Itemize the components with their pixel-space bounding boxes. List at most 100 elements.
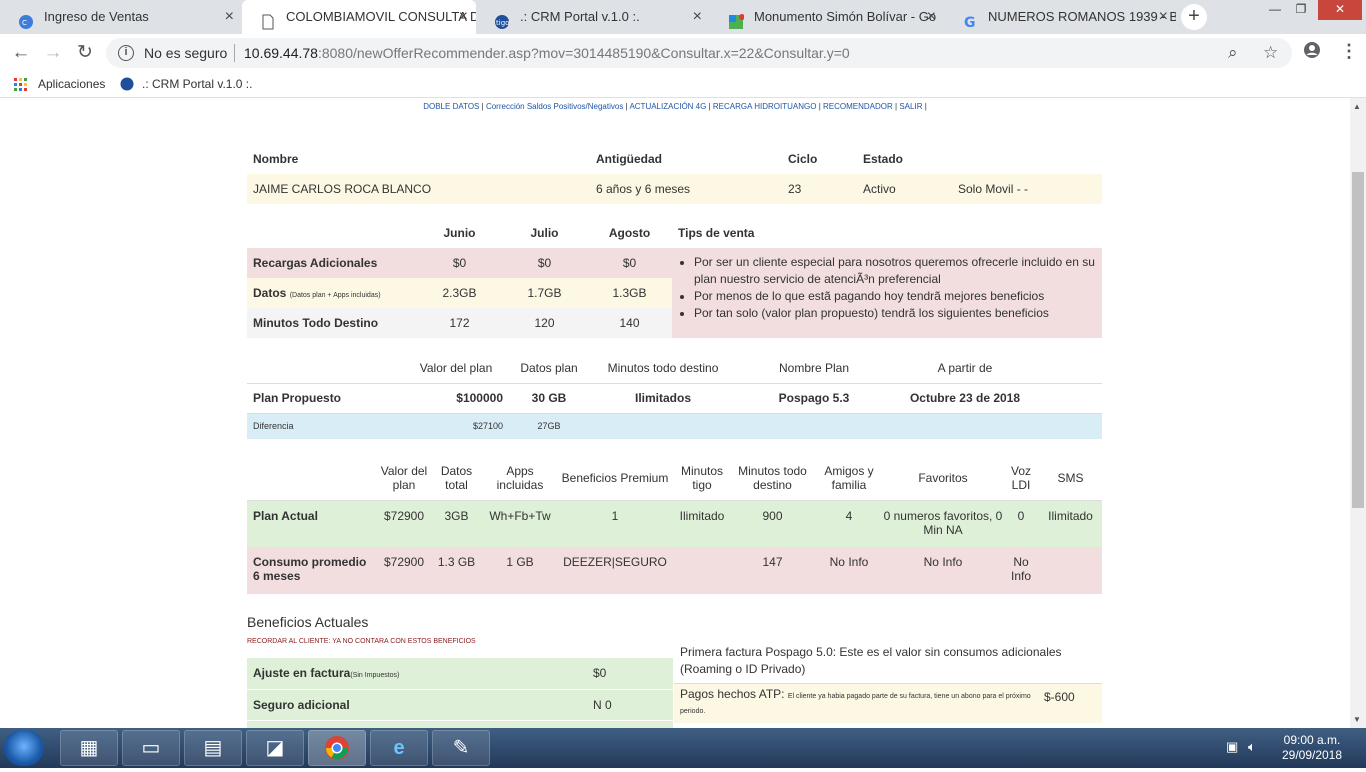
value-cell: 900 [762,508,783,523]
close-tab-icon[interactable]: × [225,0,234,34]
paint-icon[interactable]: ✎ [432,730,490,766]
tab-strip: C Ingreso de Ventas × COLOMBIAMOVIL CONS… [0,0,1366,34]
volume-icon[interactable]: 🔈︎ [1248,739,1256,755]
apps-grid-icon[interactable] [14,78,28,92]
url-text[interactable]: 10.69.44.78:8080/newOfferRecommender.asp… [244,45,850,61]
benefit-label: Seguro adicional [253,697,350,712]
proposed-desde: Octubre 23 de 2018 [909,391,1021,405]
menu-recarga-hidroituango[interactable]: RECARGA HIDROITUANGO [713,102,817,111]
start-button[interactable] [4,730,44,766]
menu-actualizacion-4g[interactable]: ACTUALIZACIÓN 4G [629,102,706,111]
maximize-button[interactable]: ❐ [1288,0,1314,20]
close-window-button[interactable]: ✕ [1318,0,1362,20]
file-explorer-icon[interactable]: ▭ [122,730,180,766]
bookmark-crm-portal[interactable]: .: CRM Portal v.1.0 :. [142,77,252,91]
internet-explorer-icon[interactable]: e [370,730,428,766]
consumo-label: Consumo promedio 6 meses [253,555,367,583]
bookmark-star-icon[interactable]: ☆ [1263,43,1278,63]
customer-table: Nombre Antigüedad Ciclo Estado JAIME CAR… [247,144,1102,204]
new-tab-button[interactable]: + [1181,4,1207,30]
menu-doble-datos[interactable]: DOBLE DATOS [423,102,479,111]
address-bar[interactable]: i No es seguro 10.69.44.78:8080/newOffer… [106,38,1292,68]
month-header: Junio [443,226,476,240]
close-tab-icon[interactable]: × [459,0,468,34]
plan-actual-label: Plan Actual [253,508,318,523]
value-cell: $0 [537,256,552,270]
header-valor-plan: Valor del plan [380,463,428,492]
system-clock[interactable]: 09:00 a.m. 29/09/2018 [1270,733,1354,763]
calculator-icon[interactable]: ▦ [60,730,118,766]
benefit-value: $0 [593,666,607,681]
site-favicon-icon: C [18,9,34,29]
menu-salir[interactable]: SALIR [899,102,922,111]
row-sublabel: (Datos plan + Apps incluidas) [289,292,381,299]
customer-estado: Activo [863,182,896,196]
usage-table: Junio Julio Agosto Tips de venta Recarga… [247,218,1102,338]
browser-toolbar: ← → ↻ i No es seguro 10.69.44.78:8080/ne… [0,34,1366,72]
header-nombre-plan: Nombre Plan [778,360,850,375]
value-cell: $0 [452,256,467,270]
proposed-nombre: Pospago 5.3 [778,391,850,405]
crm-favicon-icon [120,77,134,94]
billing-note: Primera factura Pospago 5.0: Este es el … [680,645,1062,677]
close-tab-icon[interactable]: × [1159,0,1168,34]
spreadsheet-icon[interactable]: ▤ [184,730,242,766]
tab-maps[interactable]: Monumento Simón Bolívar - Go × [710,0,944,34]
back-button[interactable]: ← [8,40,34,66]
customer-ciclo: 23 [788,182,802,196]
customer-tipo: Solo Movil - - [958,182,1029,196]
close-tab-icon[interactable]: × [693,0,702,34]
value-cell: $72900 [383,508,425,523]
close-tab-icon[interactable]: × [927,0,936,34]
header-minutos-todo: Minutos todo destino [738,463,807,492]
header-apps: Apps incluidas [496,463,544,492]
value-cell [1039,547,1102,594]
tip-item: Por tan solo (valor plan propuesto) tend… [694,305,1096,322]
proposed-minutos: Ilimitados [634,391,691,405]
pagos-value: $-600 [1044,689,1075,704]
value-cell: 140 [619,316,640,330]
scroll-up-icon[interactable]: ▲ [1353,102,1361,111]
header-nombre: Nombre [253,152,299,166]
vertical-scrollbar[interactable]: ▲ ▼ [1350,98,1366,728]
value-cell: 0 numeros favoritos, 0 Min NA [883,508,1003,537]
zoom-icon[interactable]: ⌕ [1228,43,1238,63]
network-icon[interactable]: ▣ [1226,739,1238,755]
profile-icon[interactable] [1303,41,1321,64]
tab-colombiamovil[interactable]: COLOMBIAMOVIL CONSULTA DI × [242,0,476,34]
current-plan-table: Valor del plan Datos total Apps incluida… [247,456,1102,594]
top-menu: DOBLE DATOS | Corrección Saldos Positivo… [423,102,927,111]
info-icon[interactable]: i [118,45,134,61]
notes-icon[interactable]: ◪ [246,730,304,766]
value-cell: No Info [829,555,869,569]
forward-button[interactable]: → [40,40,66,66]
menu-correccion-saldos[interactable]: Corrección Saldos Positivos/Negativos [486,102,623,111]
tab-ingreso-ventas[interactable]: C Ingreso de Ventas × [0,0,242,34]
value-cell: Ilimitado [1048,508,1093,523]
minimize-button[interactable]: — [1262,0,1288,20]
tab-title: .: CRM Portal v.1.0 :. [520,9,640,24]
bookmark-apps[interactable]: Aplicaciones [38,77,105,91]
security-label[interactable]: No es seguro [144,45,227,61]
menu-kebab-icon[interactable]: ⋮ [1340,41,1358,62]
chrome-icon[interactable] [308,730,366,766]
value-cell [674,547,730,594]
reload-button[interactable]: ↻ [72,40,98,66]
tab-crm-portal[interactable]: tigo .: CRM Portal v.1.0 :. × [476,0,710,34]
tab-numeros-romanos[interactable]: G NUMEROS ROMANOS 1939 - B × [944,0,1176,34]
tip-item: Por menos de lo que estã pagando hoy ten… [694,288,1096,305]
tips-title: Tips de venta [678,226,755,240]
value-cell: 0 [1017,508,1025,523]
header-sms: SMS [1057,470,1084,485]
customer-antiguedad: 6 años y 6 meses [596,182,691,196]
scroll-down-icon[interactable]: ▼ [1353,715,1361,724]
header-minutos-tigo: Minutos tigo [680,463,724,492]
clock-time: 09:00 a.m. [1283,733,1341,747]
scroll-thumb[interactable] [1352,172,1364,508]
divider [234,44,235,62]
tab-title: NUMEROS ROMANOS 1939 - B [988,9,1176,24]
tab-title: Ingreso de Ventas [44,9,149,24]
benefit-sublabel: (Sin Impuestos) [350,672,400,680]
tab-title: COLOMBIAMOVIL CONSULTA DI [286,9,476,24]
menu-recomendador[interactable]: RECOMENDADOR [823,102,893,111]
